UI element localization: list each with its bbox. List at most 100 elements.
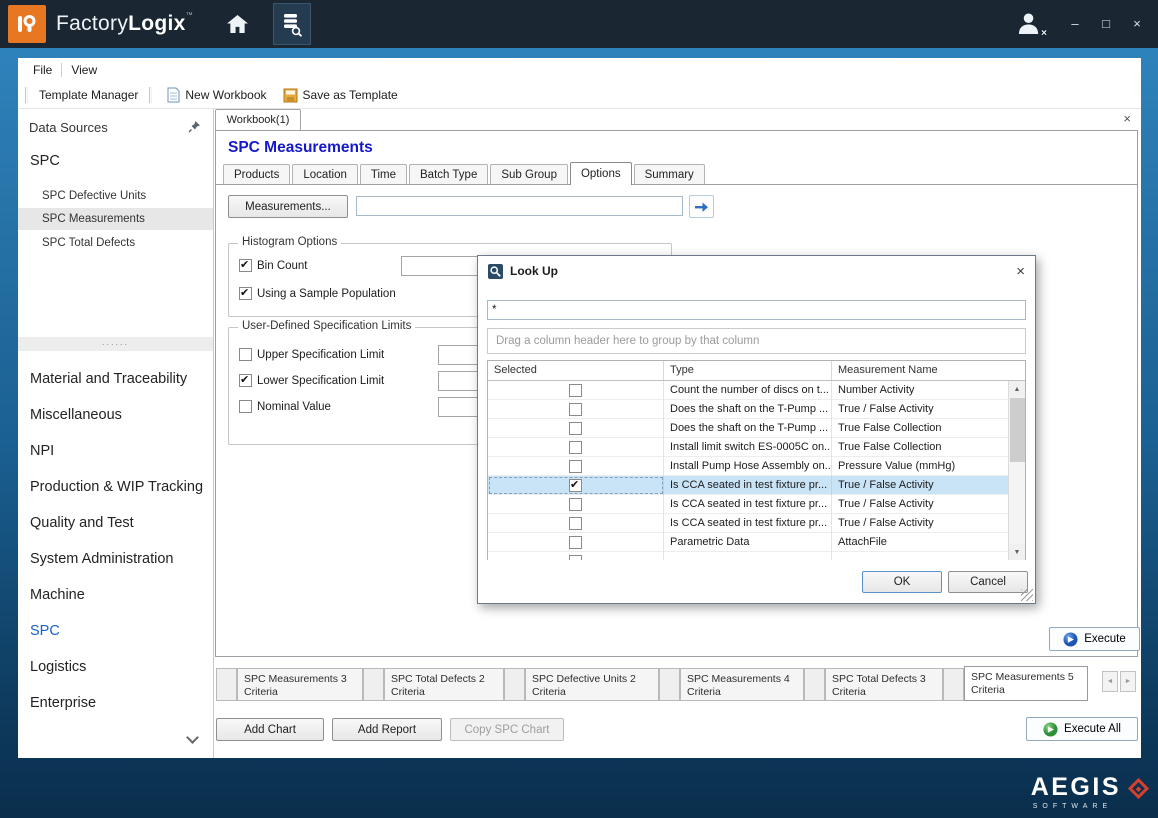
ok-button[interactable]: OK [862,571,942,593]
criteria-tab-stub[interactable] [943,668,964,701]
sidebar-section-material-and-traceability[interactable]: Material and Traceability [18,361,213,397]
sidebar-section-quality-and-test[interactable]: Quality and Test [18,505,213,541]
lookup-dialog-titlebar[interactable]: Look Up × [478,256,1035,286]
row-checkbox[interactable] [569,403,582,416]
analytics-workbook-button[interactable] [273,3,311,45]
grid-scrollbar[interactable]: ▲ ▼ [1008,381,1025,560]
table-row[interactable]: Count the number of discs on t... Number… [488,381,1008,400]
column-header-type[interactable]: Type [664,361,832,380]
tab-summary[interactable]: Summary [634,164,705,184]
row-select-cell[interactable] [488,381,664,400]
row-checkbox[interactable] [569,441,582,454]
execute-button[interactable]: Execute [1049,627,1140,651]
sidebar-section-enterprise[interactable]: Enterprise [18,685,213,721]
row-checkbox[interactable] [569,517,582,530]
criteria-tab-stub[interactable] [804,668,825,701]
user-signout-button[interactable]: × [1017,12,1043,36]
home-button[interactable] [221,4,255,44]
row-select-cell[interactable] [488,495,664,514]
table-row[interactable]: Install limit switch ES-0005C on... True… [488,438,1008,457]
sidebar-item-spc-measurements[interactable]: SPC Measurements [18,208,213,230]
lookup-filter-input[interactable] [487,300,1026,320]
criteria-tab-stub[interactable] [363,668,384,701]
template-manager-button[interactable]: Template Manager [35,88,142,102]
column-header-measurement-name[interactable]: Measurement Name [832,361,1008,380]
execute-all-button[interactable]: Execute All [1026,717,1138,741]
pin-icon[interactable] [188,120,201,136]
tab-location[interactable]: Location [292,164,357,184]
tab-batch-type[interactable]: Batch Type [409,164,488,184]
row-select-cell[interactable] [488,476,664,495]
table-row[interactable]: Is CCA seated in test fixture pr... True… [488,495,1008,514]
table-row[interactable]: Install Pump Hose Assembly on... Pressur… [488,457,1008,476]
sidebar-section-production-wip-tracking[interactable]: Production & WIP Tracking [18,469,213,505]
criteria-tab-spc-measurements-3[interactable]: SPC Measurements 3 Criteria [237,668,363,701]
lower-spec-limit-checkbox[interactable] [239,374,252,387]
sidebar-group-spc[interactable]: SPC [30,153,60,169]
add-chart-button[interactable]: Add Chart [216,718,324,741]
sidebar-item-spc-total-defects[interactable]: SPC Total Defects [18,232,213,254]
lookup-close-icon[interactable]: × [1016,264,1025,279]
row-checkbox[interactable] [569,460,582,473]
tab-products[interactable]: Products [223,164,290,184]
sidebar-section-spc[interactable]: SPC [18,613,213,649]
chevron-down-icon[interactable] [186,731,199,744]
criteria-tab-spc-measurements-4[interactable]: SPC Measurements 4 Criteria [680,668,804,701]
sample-population-checkbox[interactable] [239,287,252,300]
group-by-dropzone[interactable]: Drag a column header here to group by th… [487,328,1026,354]
measurement-input[interactable] [356,196,683,216]
row-checkbox[interactable] [569,384,582,397]
workbook-close-icon[interactable]: × [1123,111,1131,126]
tab-workbook-1[interactable]: Workbook(1) [215,109,301,130]
row-select-cell[interactable] [488,438,664,457]
minimize-button[interactable]: – [1068,0,1082,48]
table-row[interactable]: Does the shaft on the T-Pump ... True Fa… [488,419,1008,438]
sidebar-section-npi[interactable]: NPI [18,433,213,469]
criteria-tab-spc-total-defects-3[interactable]: SPC Total Defects 3 Criteria [825,668,943,701]
row-select-cell[interactable] [488,514,664,533]
criteria-tab-stub[interactable] [216,668,237,701]
row-select-cell[interactable] [488,457,664,476]
tab-options[interactable]: Options [570,162,632,185]
criteria-tab-spc-total-defects-2[interactable]: SPC Total Defects 2 Criteria [384,668,504,701]
tab-time[interactable]: Time [360,164,407,184]
sidebar-section-system-administration[interactable]: System Administration [18,541,213,577]
sidebar-section-logistics[interactable]: Logistics [18,649,213,685]
close-button[interactable]: × [1130,0,1144,48]
measurements-button[interactable]: Measurements... [228,195,348,218]
resize-grip[interactable] [1021,589,1033,601]
scroll-up-button[interactable]: ▲ [1009,381,1025,397]
row-checkbox[interactable] [569,498,582,511]
table-row[interactable]: Parametric Data AttachFile [488,533,1008,552]
nominal-value-checkbox[interactable] [239,400,252,413]
row-checkbox[interactable] [569,422,582,435]
criteria-tab-spc-defective-units-2[interactable]: SPC Defective Units 2 Criteria [525,668,659,701]
row-checkbox[interactable] [569,479,582,492]
scroll-down-button[interactable]: ▼ [1009,544,1025,560]
criteria-tab-stub[interactable] [659,668,680,701]
column-header-selected[interactable]: Selected [488,361,664,380]
apply-measurement-button[interactable] [689,195,714,218]
sidebar-section-miscellaneous[interactable]: Miscellaneous [18,397,213,433]
criteria-tab-spc-measurements-5[interactable]: SPC Measurements 5 Criteria [964,666,1088,701]
table-row[interactable]: Does the shaft on the T-Pump ... True / … [488,400,1008,419]
table-row[interactable]: Is CCA seated in test fixture pr... True… [488,514,1008,533]
criteria-nav-left[interactable]: ◄ [1102,671,1118,692]
criteria-nav-right[interactable]: ► [1120,671,1136,692]
menu-file[interactable]: File [24,61,61,79]
sidebar-item-spc-defective-units[interactable]: SPC Defective Units [18,185,213,207]
cancel-button[interactable]: Cancel [948,571,1028,593]
new-workbook-button[interactable]: New Workbook [159,87,274,103]
criteria-tab-stub[interactable] [504,668,525,701]
maximize-button[interactable]: □ [1099,0,1113,48]
row-select-cell[interactable] [488,419,664,438]
row-checkbox[interactable] [569,536,582,549]
sidebar-splitter[interactable]: ...... [18,337,213,351]
tab-sub-group[interactable]: Sub Group [490,164,568,184]
row-select-cell[interactable] [488,400,664,419]
scroll-thumb[interactable] [1010,398,1025,462]
add-report-button[interactable]: Add Report [332,718,442,741]
sidebar-section-machine[interactable]: Machine [18,577,213,613]
table-row-selected[interactable]: Is CCA seated in test fixture pr... True… [488,476,1008,495]
upper-spec-limit-checkbox[interactable] [239,348,252,361]
